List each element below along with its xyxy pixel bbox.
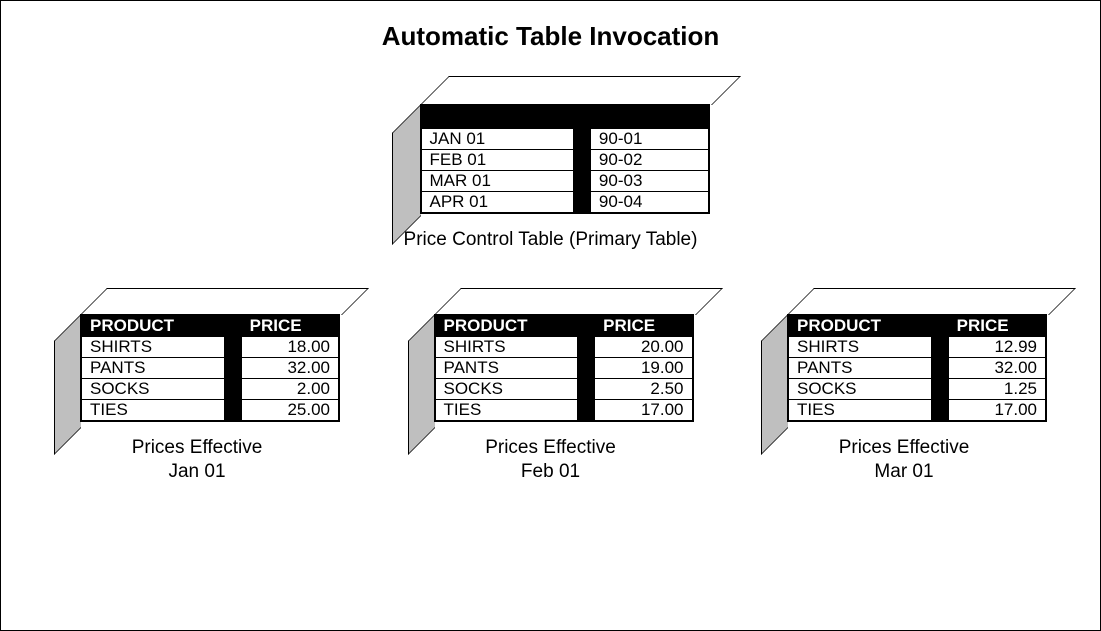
primary-code: 90-01 bbox=[590, 129, 708, 150]
table-row: PANTS32.00 bbox=[789, 357, 1046, 378]
primary-code: 90-03 bbox=[590, 171, 708, 192]
table-row: SHIRTS18.00 bbox=[82, 336, 339, 357]
table-row: TIES25.00 bbox=[82, 399, 339, 420]
table-row: APR 01 90-04 bbox=[421, 192, 708, 213]
diagram-page: Automatic Table Invocation JAN 01 90-01 … bbox=[0, 0, 1101, 631]
primary-date: FEB 01 bbox=[421, 150, 573, 171]
table-row: PANTS19.00 bbox=[435, 357, 692, 378]
secondary-tables-row: PRODUCT PRICE SHIRTS18.00 PANTS32.00 SOC… bbox=[41, 288, 1060, 484]
price-table-mar: PRODUCT PRICE SHIRTS12.99 PANTS32.00 SOC… bbox=[754, 288, 1054, 484]
primary-table-block: JAN 01 90-01 FEB 01 90-02 MAR 01 90-03 A… bbox=[392, 76, 710, 214]
price-table: PRODUCT PRICE SHIRTS12.99 PANTS32.00 SOC… bbox=[788, 315, 1046, 421]
price-table-feb: PRODUCT PRICE SHIRTS20.00 PANTS19.00 SOC… bbox=[401, 288, 701, 484]
table-row: JAN 01 90-01 bbox=[421, 129, 708, 150]
primary-date: JAN 01 bbox=[421, 129, 573, 150]
price-table: PRODUCT PRICE SHIRTS20.00 PANTS19.00 SOC… bbox=[435, 315, 693, 421]
primary-table-caption: Price Control Table (Primary Table) bbox=[41, 228, 1060, 252]
table-row: TIES17.00 bbox=[435, 399, 692, 420]
col-product: PRODUCT bbox=[82, 315, 225, 336]
table-row: SHIRTS12.99 bbox=[789, 336, 1046, 357]
page-title: Automatic Table Invocation bbox=[41, 21, 1060, 52]
col-product: PRODUCT bbox=[435, 315, 578, 336]
primary-table: JAN 01 90-01 FEB 01 90-02 MAR 01 90-03 A… bbox=[421, 105, 709, 213]
table-row: SOCKS2.00 bbox=[82, 378, 339, 399]
table-row: SOCKS2.50 bbox=[435, 378, 692, 399]
price-table-caption: Prices EffectiveMar 01 bbox=[754, 436, 1054, 484]
price-table-caption: Prices EffectiveFeb 01 bbox=[401, 436, 701, 484]
col-product: PRODUCT bbox=[789, 315, 932, 336]
table-row: PANTS32.00 bbox=[82, 357, 339, 378]
primary-date: MAR 01 bbox=[421, 171, 573, 192]
col-price: PRICE bbox=[948, 315, 1045, 336]
table-row: TIES17.00 bbox=[789, 399, 1046, 420]
col-price: PRICE bbox=[241, 315, 338, 336]
price-table: PRODUCT PRICE SHIRTS18.00 PANTS32.00 SOC… bbox=[81, 315, 339, 421]
col-price: PRICE bbox=[595, 315, 692, 336]
primary-code: 90-04 bbox=[590, 192, 708, 213]
table-row: SOCKS1.25 bbox=[789, 378, 1046, 399]
table-row: SHIRTS20.00 bbox=[435, 336, 692, 357]
primary-code: 90-02 bbox=[590, 150, 708, 171]
primary-date: APR 01 bbox=[421, 192, 573, 213]
table-row: FEB 01 90-02 bbox=[421, 150, 708, 171]
table-row: MAR 01 90-03 bbox=[421, 171, 708, 192]
price-table-jan: PRODUCT PRICE SHIRTS18.00 PANTS32.00 SOC… bbox=[47, 288, 347, 484]
price-table-caption: Prices EffectiveJan 01 bbox=[47, 436, 347, 484]
